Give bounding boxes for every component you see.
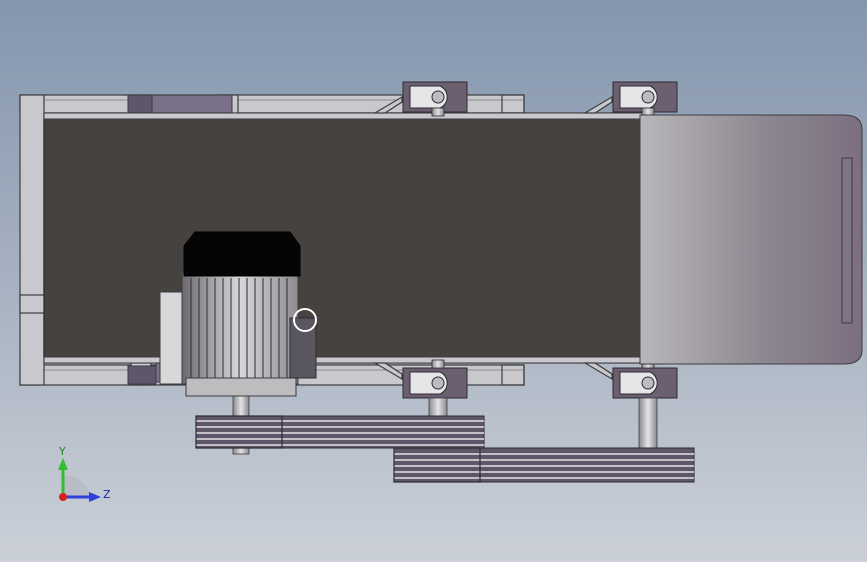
- drive-shaft-2: [638, 397, 658, 451]
- conveyor-model: Y Z: [19, 81, 863, 502]
- origin-dot: [59, 493, 67, 501]
- axis-triad[interactable]: Y Z: [58, 445, 111, 502]
- bearing-bracket-top-2: [612, 81, 678, 117]
- pulley-belt-lower: [393, 447, 695, 483]
- bearing-bracket-bottom-2: [612, 359, 678, 399]
- drive-shaft-1: [428, 397, 448, 419]
- y-axis-label: Y: [58, 445, 66, 458]
- pulley-belt-upper: [195, 415, 485, 449]
- cad-viewport[interactable]: Y Z: [0, 0, 867, 562]
- conveyor-belt: [43, 112, 645, 364]
- end-roller: [639, 114, 863, 365]
- z-axis-label: Z: [103, 488, 111, 501]
- bearing-bracket-top-1: [402, 81, 468, 117]
